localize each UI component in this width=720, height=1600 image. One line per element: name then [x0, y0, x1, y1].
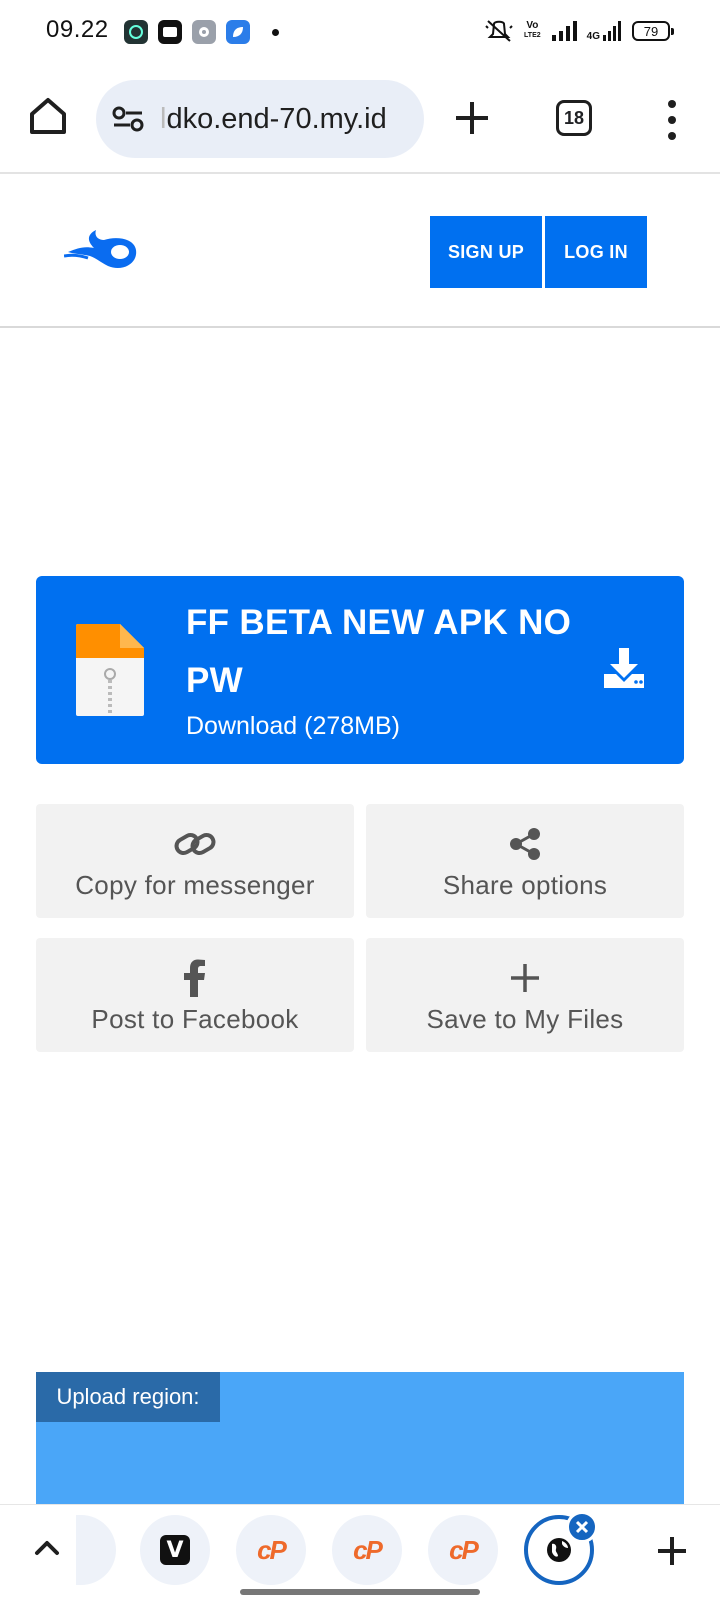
facebook-icon: [171, 958, 219, 998]
plus-icon[interactable]: [452, 98, 492, 138]
browser-toolbar: ldko.end-70.my.id 18: [0, 64, 720, 174]
login-button[interactable]: LOG IN: [545, 216, 647, 288]
share-options-label: Share options: [442, 870, 608, 900]
home-icon[interactable]: [26, 94, 70, 138]
link-icon: [171, 824, 219, 864]
tab-thumbnail-partial[interactable]: [76, 1515, 116, 1585]
site-header: SIGN UP LOG IN: [0, 176, 720, 328]
share-icon: [501, 824, 549, 864]
post-to-facebook-label: Post to Facebook: [91, 1004, 299, 1034]
tune-icon[interactable]: [112, 105, 144, 133]
download-icon[interactable]: [602, 646, 646, 690]
battery-icon: 79: [632, 21, 674, 41]
wallet-icon: [158, 20, 182, 44]
signal-icon-2: [603, 21, 621, 41]
address-bar[interactable]: ldko.end-70.my.id: [96, 80, 424, 158]
status-time: 09.22: [46, 16, 109, 43]
flame-logo-icon[interactable]: [64, 226, 144, 278]
signal-icon: [551, 21, 577, 41]
post-to-facebook-button[interactable]: Post to Facebook: [36, 938, 354, 1052]
signal-4g-indicator: 4G: [587, 20, 622, 42]
zip-file-icon: [76, 624, 144, 716]
copy-for-messenger-button[interactable]: Copy for messenger: [36, 804, 354, 918]
cpanel-icon: cP: [353, 1534, 383, 1565]
app-notification-icon: [124, 20, 148, 44]
url-text[interactable]: ldko.end-70.my.id: [160, 103, 387, 136]
more-notifications-dot: [272, 28, 279, 36]
mute-icon: [485, 20, 513, 42]
upload-region-label: Upload region:: [36, 1372, 220, 1422]
tab-thumbnail-cpanel[interactable]: cP: [332, 1515, 402, 1585]
settings-notification-icon: [192, 20, 216, 44]
plus-icon: [501, 958, 549, 998]
chevron-up-icon[interactable]: [30, 1531, 64, 1565]
tab-thumbnail-cpanel[interactable]: cP: [428, 1515, 498, 1585]
signup-button[interactable]: SIGN UP: [430, 216, 542, 288]
add-tab-icon[interactable]: [652, 1531, 692, 1571]
cpanel-icon: cP: [257, 1534, 287, 1565]
volte-indicator: Vo LTE2: [524, 20, 541, 40]
tab-strip: V cP cP cP: [0, 1504, 720, 1600]
leaf-app-icon: [226, 20, 250, 44]
file-title: FF BETA NEW APK NO PW: [186, 603, 572, 700]
tab-thumbnail-v[interactable]: V: [140, 1515, 210, 1585]
gesture-navigation-bar[interactable]: [240, 1589, 480, 1595]
system-indicators: Vo LTE2 4G 79: [484, 18, 674, 44]
close-tab-button[interactable]: [566, 1511, 598, 1543]
v-app-icon: V: [160, 1535, 190, 1565]
url-domain: dko.end-70.my.id: [166, 102, 387, 135]
notification-icons: [124, 20, 279, 44]
cpanel-icon: cP: [449, 1534, 479, 1565]
share-options-button[interactable]: Share options: [366, 804, 684, 918]
close-icon: [575, 1520, 589, 1534]
tab-thumbnail-cpanel[interactable]: cP: [236, 1515, 306, 1585]
tab-switcher-button[interactable]: 18: [556, 100, 592, 136]
download-card[interactable]: FF BETA NEW APK NO PW Download (278MB): [36, 576, 684, 764]
globe-icon: [547, 1538, 571, 1562]
save-to-my-files-button[interactable]: Save to My Files: [366, 938, 684, 1052]
download-label: Download (278MB): [186, 712, 400, 740]
tab-thumbnail-active[interactable]: [524, 1511, 598, 1585]
save-to-my-files-label: Save to My Files: [426, 1004, 624, 1034]
status-bar: 09.22 Vo LTE2 4G 79: [0, 0, 720, 64]
copy-for-messenger-label: Copy for messenger: [75, 870, 315, 900]
more-vert-icon[interactable]: [662, 100, 682, 140]
upload-region-map: Upload region:: [36, 1372, 684, 1512]
